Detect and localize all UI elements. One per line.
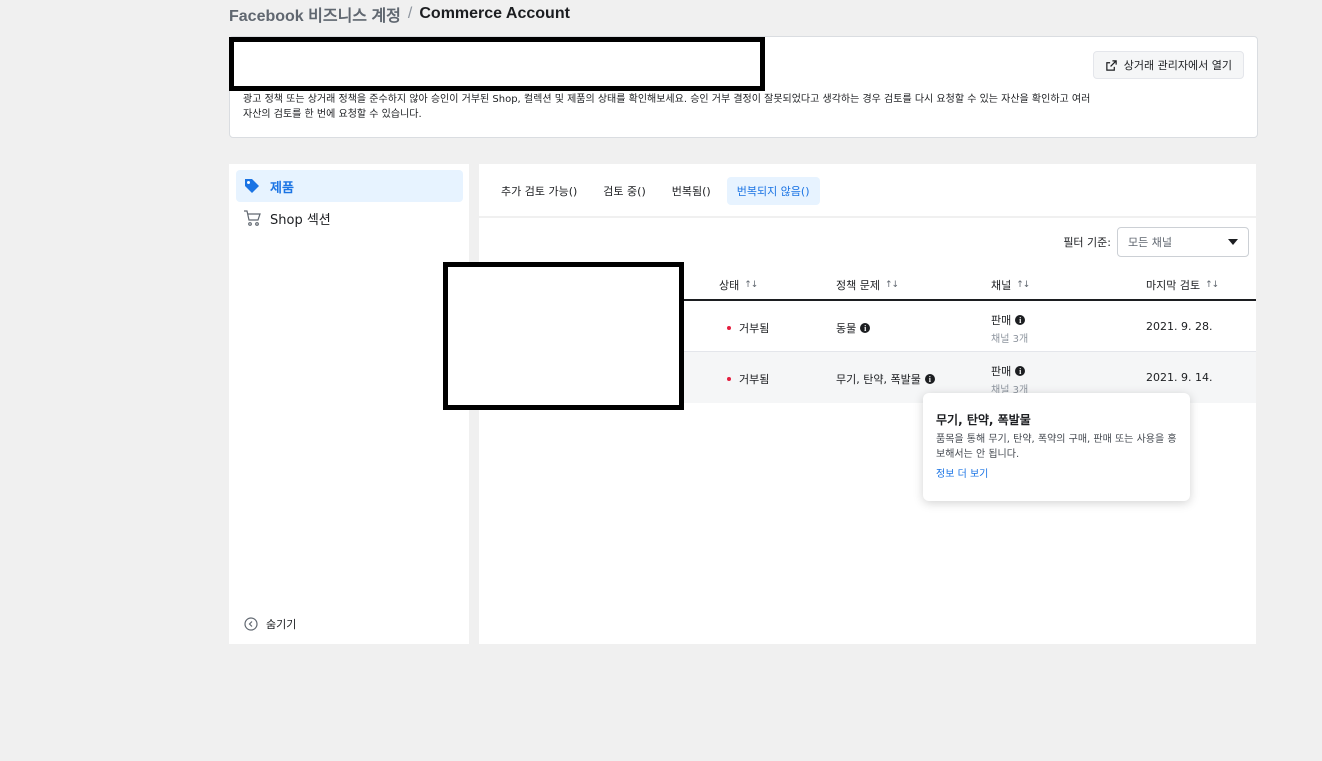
column-header-policy[interactable]: 정책 문제 ↑↓ — [836, 277, 899, 293]
tab-review-available[interactable]: 추가 검토 가능() — [491, 177, 587, 205]
policy-text: 동물 — [836, 322, 857, 335]
external-link-icon — [1106, 59, 1117, 71]
info-icon[interactable]: i — [924, 374, 935, 384]
filter-selected-value: 모든 채널 — [1128, 236, 1172, 249]
column-label: 상태 — [719, 279, 740, 292]
tooltip-title: 무기, 탄약, 폭발물 — [936, 413, 1031, 427]
sidebar-item-label: 제품 — [270, 180, 294, 196]
tabs-divider — [479, 216, 1256, 218]
tab-not-reversed[interactable]: 번복되지 않음() — [726, 177, 820, 205]
info-icon[interactable]: i — [860, 323, 871, 333]
open-button-label: 상거래 관리자에서 열기 — [1123, 59, 1232, 72]
open-in-commerce-manager-button[interactable]: 상거래 관리자에서 열기 — [1092, 51, 1244, 79]
sort-icon: ↑↓ — [884, 280, 899, 290]
channel-filter-select[interactable]: 모든 채널 — [1117, 227, 1249, 257]
hide-sidebar-button[interactable]: 숨기기 — [244, 616, 296, 632]
last-review-cell: 2021. 9. 14. — [1146, 371, 1213, 384]
column-header-status[interactable]: 상태 ↑↓ — [719, 277, 758, 293]
chevron-left-circle-icon — [244, 617, 258, 631]
info-icon[interactable]: i — [1015, 366, 1026, 376]
column-header-last-review[interactable]: 마지막 검토 ↑↓ — [1146, 277, 1219, 293]
last-review-cell: 2021. 9. 28. — [1146, 320, 1213, 333]
sidebar: 제품 Shop 섹션 숨기기 — [229, 164, 469, 644]
column-label: 정책 문제 — [836, 279, 880, 292]
rejected-status-dot — [727, 326, 731, 330]
caret-down-icon — [1228, 239, 1238, 245]
column-label: 마지막 검토 — [1146, 279, 1201, 292]
tooltip-body: 품목을 통해 무기, 탄약, 폭약의 구매, 판매 또는 사용을 홍보해서는 안… — [936, 434, 1177, 460]
breadcrumb-separator: / — [407, 5, 413, 22]
breadcrumb: Facebook 비즈니스 계정 / Commerce Account — [229, 2, 570, 26]
sidebar-item-shop-sections[interactable]: Shop 섹션 — [236, 202, 463, 234]
sidebar-item-products[interactable]: 제품 — [236, 170, 463, 202]
channel-count: 채널 3개 — [991, 334, 1029, 345]
channel-text: 판매 — [991, 314, 1012, 327]
channel-cell: 판매 i 채널 3개 — [991, 312, 1028, 345]
policy-tooltip: 무기, 탄약, 폭발물 품목을 통해 무기, 탄약, 폭약의 구매, 판매 또는… — [923, 393, 1190, 501]
filter-label: 필터 기준: — [1063, 236, 1111, 249]
status-text: 거부됨 — [739, 322, 770, 335]
breadcrumb-parent-link[interactable]: Facebook 비즈니스 계정 — [229, 2, 401, 26]
policy-cell: 무기, 탄약, 폭발물 i — [836, 371, 935, 387]
status-cell: 거부됨 — [727, 320, 769, 336]
status-tabs: 추가 검토 가능() 검토 중() 번복됨() 번복되지 않음() — [491, 177, 820, 205]
tab-in-review[interactable]: 검토 중() — [593, 177, 655, 205]
channel-text: 판매 — [991, 365, 1012, 378]
tag-icon — [242, 176, 262, 196]
redacted-area — [229, 37, 765, 91]
tab-reversed[interactable]: 번복됨() — [662, 177, 721, 205]
learn-more-link[interactable]: 정보 더 보기 — [936, 465, 988, 480]
rejected-status-dot — [727, 377, 731, 381]
sort-icon: ↑↓ — [1205, 280, 1219, 290]
sort-icon: ↑↓ — [744, 280, 758, 290]
channel-filter: 필터 기준: 모든 채널 — [1063, 227, 1249, 257]
sidebar-item-label: Shop 섹션 — [270, 212, 331, 228]
cart-icon — [242, 208, 262, 228]
column-label: 채널 — [991, 279, 1012, 292]
column-header-channel[interactable]: 채널 ↑↓ — [991, 277, 1030, 293]
policy-cell: 동물 i — [836, 320, 871, 336]
hide-sidebar-label: 숨기기 — [266, 618, 297, 631]
header-description: 광고 정책 또는 상거래 정책을 준수하지 않아 승인이 거부된 Shop, 컬… — [243, 94, 1091, 120]
redacted-area — [443, 262, 684, 410]
channel-cell: 판매 i 채널 3개 — [991, 363, 1028, 396]
sort-icon: ↑↓ — [1016, 280, 1030, 290]
breadcrumb-current: Commerce Account — [419, 5, 570, 22]
policy-text: 무기, 탄약, 폭발물 — [836, 373, 921, 386]
status-cell: 거부됨 — [727, 371, 769, 387]
info-icon[interactable]: i — [1015, 315, 1026, 325]
status-text: 거부됨 — [739, 373, 770, 386]
